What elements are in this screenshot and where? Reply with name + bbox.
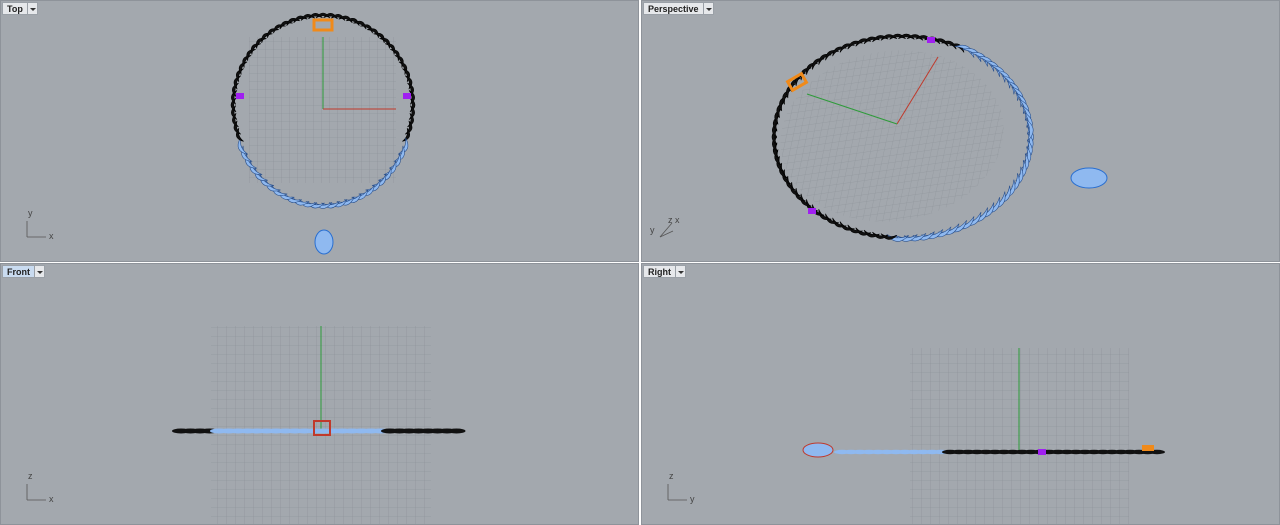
axis-label-y: y (690, 494, 695, 504)
axis-label-y: y (28, 208, 33, 218)
clasp (1142, 445, 1154, 451)
viewport-right[interactable]: Right z y (641, 263, 1280, 525)
axis-label-z: z (669, 471, 674, 481)
axis-label-z: z (668, 215, 673, 225)
axis-indicator: z y (667, 471, 695, 504)
chain-link (447, 428, 466, 434)
marker (403, 93, 411, 99)
construction-grid (780, 50, 1004, 222)
front-canvas[interactable]: z x (1, 264, 639, 525)
axis-label-x: x (675, 215, 680, 225)
viewport-front[interactable]: Front z x (0, 263, 639, 525)
right-canvas[interactable]: z y (642, 264, 1280, 525)
marker (808, 208, 816, 214)
top-canvas[interactable]: y x (1, 1, 639, 262)
axis-indicator: y x (26, 208, 54, 241)
perspective-canvas[interactable]: y z x (642, 1, 1280, 262)
clasp (312, 18, 334, 32)
pendant (802, 442, 834, 458)
axis-label-x: x (49, 231, 54, 241)
pendant (314, 229, 334, 255)
viewport-perspective[interactable]: Perspective y z x (641, 0, 1280, 262)
marker (236, 93, 244, 99)
pendant (1070, 167, 1108, 189)
axis-indicator: z x (26, 471, 54, 504)
viewport-top[interactable]: Top y x (0, 0, 639, 262)
axis-label-x: x (49, 494, 54, 504)
axis-label-y: y (650, 225, 655, 235)
marker (927, 37, 935, 43)
axis-label-z: z (28, 471, 33, 481)
marker (1038, 449, 1046, 455)
axis-indicator: y z x (650, 215, 680, 238)
